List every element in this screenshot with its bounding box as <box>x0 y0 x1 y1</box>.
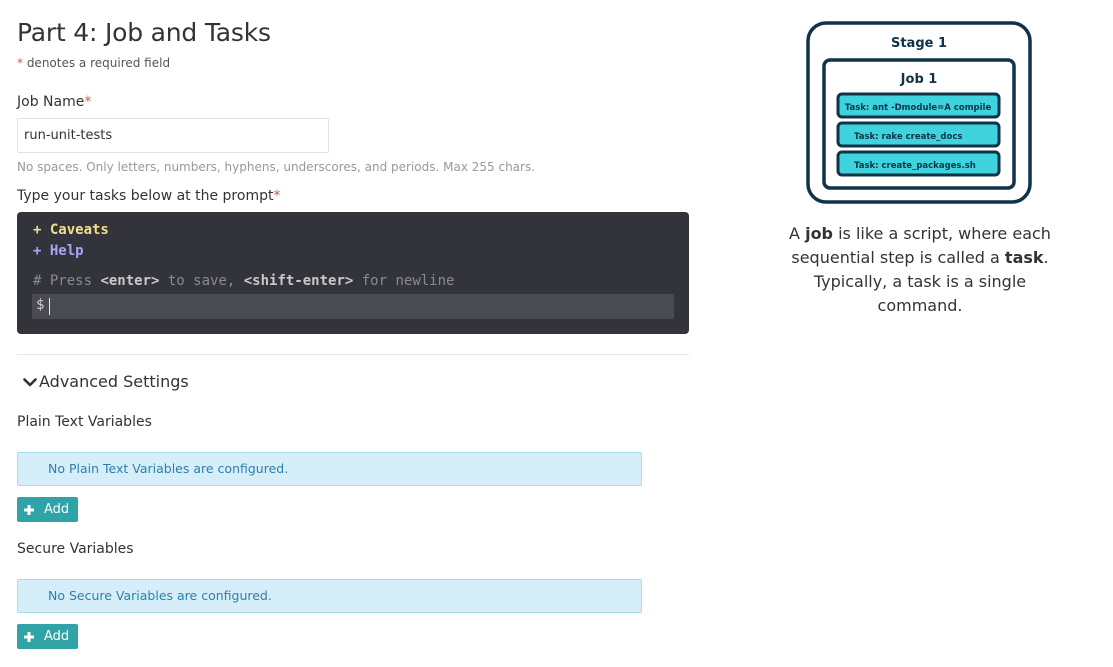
diagram-caption: A job is like a script, where each seque… <box>770 222 1070 318</box>
terminal-prompt-input[interactable]: $ <box>32 294 674 319</box>
hint-shift-enter-key: <shift-enter> <box>243 273 354 289</box>
tasks-required-star: * <box>273 188 281 204</box>
add-plain-variable-button[interactable]: Add <box>17 497 78 522</box>
help-toggle[interactable]: + Help <box>33 243 84 259</box>
plus-icon <box>24 631 34 642</box>
prompt-symbol: $ <box>36 297 45 313</box>
advanced-settings-toggle[interactable]: Advanced Settings <box>22 372 189 391</box>
job-label: Job 1 <box>900 72 938 87</box>
caption-task-term: task <box>1004 248 1044 267</box>
task-label-1: Task: ant -Dmodule=A compile <box>845 103 992 113</box>
hint-middle: to save, <box>159 273 244 289</box>
plain-text-variables-title: Plain Text Variables <box>17 414 152 430</box>
plus-icon <box>24 504 34 515</box>
chevron-down-icon <box>23 377 37 386</box>
job-name-label: Job Name* <box>17 94 91 110</box>
add-secure-variable-button[interactable]: Add <box>17 624 78 649</box>
terminal-hint: # Press <enter> to save, <shift-enter> f… <box>33 273 454 289</box>
caveats-toggle[interactable]: + Caveats <box>33 222 109 238</box>
caption-part-1: A <box>789 224 806 243</box>
job-name-required-star: * <box>84 94 92 110</box>
stage-job-task-diagram: Stage 1 Job 1 Task: ant -Dmodule=A compi… <box>806 21 1032 204</box>
required-note: * denotes a required field <box>17 56 170 70</box>
section-divider <box>17 354 689 355</box>
caption-job-term: job <box>805 224 834 243</box>
job-name-help-text: No spaces. Only letters, numbers, hyphen… <box>17 160 536 174</box>
add-secure-variable-label: Add <box>44 629 70 644</box>
text-cursor <box>49 298 50 315</box>
plain-text-variables-empty-message: No Plain Text Variables are configured. <box>17 452 642 486</box>
tasks-label: Type your tasks below at the prompt* <box>17 188 280 204</box>
task-label-2: Task: rake create_docs <box>854 132 962 142</box>
stage-label: Stage 1 <box>891 36 947 51</box>
task-label-3: Task: create_packages.sh <box>854 161 976 171</box>
job-name-input[interactable] <box>17 118 329 153</box>
job-name-label-text: Job Name <box>17 94 85 110</box>
advanced-settings-label: Advanced Settings <box>39 372 189 391</box>
secure-variables-empty-message: No Secure Variables are configured. <box>17 579 642 613</box>
add-plain-variable-label: Add <box>44 502 70 517</box>
hint-suffix: for newline <box>353 273 455 289</box>
page-title: Part 4: Job and Tasks <box>17 18 271 47</box>
secure-variables-title: Secure Variables <box>17 541 134 557</box>
tasks-label-text: Type your tasks below at the prompt <box>17 188 274 204</box>
hint-prefix: # Press <box>33 273 101 289</box>
required-note-text: denotes a required field <box>23 56 171 70</box>
hint-enter-key: <enter> <box>100 273 160 289</box>
task-terminal[interactable]: + Caveats + Help # Press <enter> to save… <box>17 212 689 334</box>
